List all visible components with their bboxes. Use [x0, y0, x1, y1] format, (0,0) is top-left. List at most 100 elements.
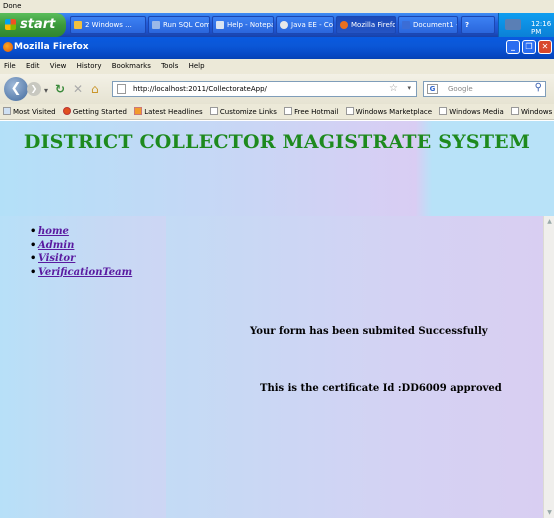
menu-edit[interactable]: Edit	[26, 62, 40, 70]
menu-view[interactable]: View	[50, 62, 67, 70]
nav-link-admin[interactable]: Admin	[38, 240, 74, 251]
menu-help[interactable]: Help	[189, 62, 205, 70]
bookmark-windows[interactable]: Windows	[511, 107, 552, 116]
system-tray: 12:16 PM	[498, 13, 554, 37]
scroll-up-icon[interactable]: ▲	[545, 217, 554, 226]
menu-file[interactable]: File	[4, 62, 16, 70]
nav-item-home: home	[30, 226, 132, 240]
nav-link-home[interactable]: home	[38, 226, 69, 237]
firefox-title-bar: Mozilla Firefox _ ❐ ✕	[0, 37, 554, 59]
maximize-button[interactable]: ❐	[522, 40, 536, 54]
firefox-icon	[3, 42, 13, 52]
taskbar-item-windows-explorer[interactable]: 2 Windows ...	[70, 16, 146, 34]
bookmark-windows-marketplace[interactable]: Windows Marketplace	[345, 107, 433, 116]
taskbar-item-label: Run SQL Com...	[163, 21, 210, 29]
taskbar-item-grouped[interactable]: ?	[461, 16, 495, 34]
stop-icon[interactable]: ✕	[73, 82, 83, 96]
taskbar-item-label: Help - Notepad	[227, 21, 273, 29]
taskbar-item-label: Document1 - ...	[413, 21, 457, 29]
bookmark-customize-links[interactable]: Customize Links	[209, 107, 277, 116]
url-dropdown-icon[interactable]: ▾	[407, 84, 411, 92]
bookmark-getting-started[interactable]: Getting Started	[62, 107, 127, 116]
bookmark-label: Free Hotmail	[294, 108, 339, 116]
firefox-icon	[340, 21, 348, 29]
help-icon: ?	[465, 21, 470, 29]
start-button[interactable]: start	[0, 13, 66, 37]
search-bar[interactable]: G Google ⚲	[423, 81, 546, 97]
page-icon	[511, 107, 520, 115]
home-icon[interactable]: ⌂	[91, 82, 99, 96]
bookmark-label: Getting Started	[72, 108, 127, 116]
nav-item-verification-team: VerificationTeam	[30, 267, 132, 281]
taskbar-item-firefox[interactable]: Mozilla Firefox	[336, 16, 396, 34]
bookmark-label: Windows Media	[449, 108, 504, 116]
notepad-icon	[216, 21, 224, 29]
firefox-icon	[62, 107, 71, 115]
nav-item-visitor: Visitor	[30, 253, 132, 267]
taskbar-item-word[interactable]: Document1 - ...	[398, 16, 458, 34]
scrollbar[interactable]: ▲ ▼	[543, 216, 554, 518]
windows-taskbar: start 2 Windows ... Run SQL Com... Help …	[0, 13, 554, 37]
tray-icon[interactable]	[505, 19, 521, 30]
eclipse-icon	[280, 21, 288, 29]
bookmark-most-visited[interactable]: Most Visited	[3, 107, 56, 116]
main-frame: Your form has been submited Successfully…	[166, 216, 554, 518]
bookmark-free-hotmail[interactable]: Free Hotmail	[284, 107, 338, 116]
page-icon	[284, 107, 293, 115]
page-title: DISTRICT COLLECTOR MAGISTRATE SYSTEM	[23, 131, 531, 153]
menu-bar: File Edit View History Bookmarks Tools H…	[0, 59, 554, 74]
folder-icon	[74, 21, 82, 29]
page-icon	[117, 84, 126, 94]
menu-history[interactable]: History	[77, 62, 102, 70]
search-placeholder: Google	[448, 85, 473, 93]
taskbar-item-notepad[interactable]: Help - Notepad	[212, 16, 274, 34]
minimize-button[interactable]: _	[506, 40, 520, 54]
page-icon	[345, 107, 354, 115]
nav-link-verification-team[interactable]: VerificationTeam	[38, 267, 132, 278]
scroll-down-icon[interactable]: ▼	[545, 508, 554, 517]
url-bar[interactable]: http://localhost:2011/CollectorateApp/ ☆…	[112, 81, 417, 97]
bookmark-star-icon[interactable]: ☆	[389, 83, 398, 94]
google-icon[interactable]: G	[427, 84, 438, 94]
reload-icon[interactable]: ↻	[55, 82, 65, 96]
page-icon	[439, 107, 448, 115]
page-icon	[209, 107, 218, 115]
menu-bookmarks[interactable]: Bookmarks	[112, 62, 151, 70]
nav-list: home Admin Visitor VerificationTeam	[30, 226, 132, 280]
close-button[interactable]: ✕	[538, 40, 552, 54]
bookmark-latest-headlines[interactable]: Latest Headlines	[134, 107, 203, 116]
certificate-message: This is the certificate Id :DD6009 appro…	[260, 383, 502, 394]
status-text: Done	[0, 0, 554, 13]
word-icon	[402, 21, 410, 29]
taskbar-item-label: 2 Windows ...	[85, 21, 132, 29]
taskbar-item-label: Java EE - Coll...	[291, 21, 334, 29]
bookmark-label: Customize Links	[219, 108, 277, 116]
taskbar-item-java-ee[interactable]: Java EE - Coll...	[276, 16, 334, 34]
history-dropdown-icon[interactable]: ▾	[44, 84, 48, 98]
forward-button[interactable]: ❯	[27, 82, 41, 96]
start-label: start	[20, 17, 56, 32]
bookmark-windows-media[interactable]: Windows Media	[439, 107, 504, 116]
bookmark-icon	[3, 107, 11, 115]
taskbar-item-run-sql[interactable]: Run SQL Com...	[148, 16, 210, 34]
navigation-toolbar: ❮ ❯ ▾ ↻ ✕ ⌂ http://localhost:2011/Collec…	[0, 74, 554, 104]
nav-frame: home Admin Visitor VerificationTeam	[0, 216, 166, 518]
nav-link-visitor[interactable]: Visitor	[38, 253, 75, 264]
database-icon	[152, 21, 160, 29]
windows-flag-icon	[5, 19, 16, 30]
window-title: Mozilla Firefox	[14, 42, 89, 52]
bookmark-label: Most Visited	[13, 108, 56, 116]
page-content: DISTRICT COLLECTOR MAGISTRATE SYSTEM hom…	[0, 121, 554, 518]
url-text: http://localhost:2011/CollectorateApp/	[133, 85, 267, 93]
bookmark-label: Windows	[521, 108, 553, 116]
nav-item-admin: Admin	[30, 240, 132, 254]
rss-icon	[134, 107, 143, 115]
bookmark-label: Latest Headlines	[144, 108, 203, 116]
bookmark-label: Windows Marketplace	[355, 108, 433, 116]
header-frame: DISTRICT COLLECTOR MAGISTRATE SYSTEM	[0, 121, 554, 216]
taskbar-item-label: Mozilla Firefox	[351, 21, 396, 29]
menu-tools[interactable]: Tools	[161, 62, 178, 70]
search-icon[interactable]: ⚲	[535, 82, 542, 93]
back-button[interactable]: ❮	[4, 77, 28, 101]
bookmarks-toolbar: Most Visited Getting Started Latest Head…	[0, 104, 554, 120]
